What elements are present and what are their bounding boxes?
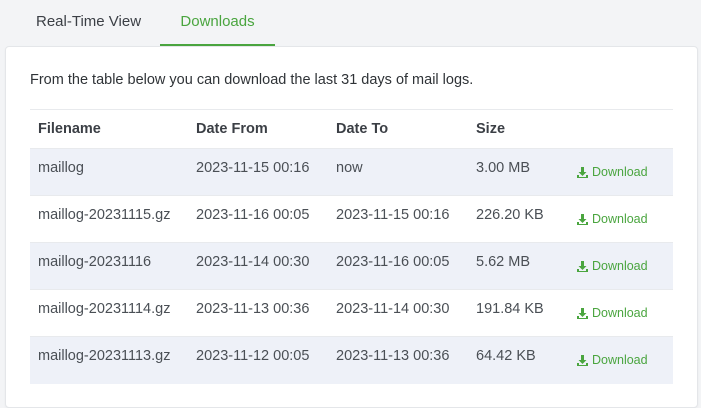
download-link[interactable]: Download (576, 348, 648, 367)
table-row: maillog-20231116 2023-11-14 00:30 2023-1… (30, 242, 673, 290)
header-date-to: Date To (328, 109, 468, 149)
cell-size: 191.84 KB (468, 289, 568, 337)
intro-text: From the table below you can download th… (30, 72, 474, 88)
cell-size: 5.62 MB (468, 242, 568, 290)
cell-date-to: now (328, 148, 468, 196)
cell-action: Download (568, 195, 673, 243)
download-label: Download (592, 306, 648, 320)
cell-date-to: 2023-11-13 00:36 (328, 336, 468, 384)
header-action (568, 109, 673, 149)
header-size: Size (468, 109, 568, 149)
download-link[interactable]: Download (576, 160, 648, 179)
cell-filename: maillog (30, 148, 188, 196)
download-label: Download (592, 165, 648, 179)
download-link[interactable]: Download (576, 301, 648, 320)
download-icon (577, 307, 588, 319)
cell-action: Download (568, 336, 673, 384)
mail-logs-table: Filename Date From Date To Size maillog … (30, 109, 673, 384)
cell-size: 64.42 KB (468, 336, 568, 384)
table-row: maillog 2023-11-15 00:16 now 3.00 MB Dow… (30, 148, 673, 196)
tab-real-time-view[interactable]: Real-Time View (36, 0, 141, 44)
cell-filename: maillog-20231115.gz (30, 195, 188, 243)
tab-bar: Real-Time View Downloads (0, 0, 701, 46)
download-icon (577, 354, 588, 366)
cell-filename: maillog-20231113.gz (30, 336, 188, 384)
cell-date-from: 2023-11-14 00:30 (188, 242, 328, 290)
cell-date-to: 2023-11-15 00:16 (328, 195, 468, 243)
header-filename: Filename (30, 109, 188, 149)
cell-date-to: 2023-11-14 00:30 (328, 289, 468, 337)
cell-filename: maillog-20231116 (30, 242, 188, 290)
cell-date-to: 2023-11-16 00:05 (328, 242, 468, 290)
cell-action: Download (568, 289, 673, 337)
download-label: Download (592, 259, 648, 273)
cell-date-from: 2023-11-15 00:16 (188, 148, 328, 196)
cell-date-from: 2023-11-13 00:36 (188, 289, 328, 337)
cell-action: Download (568, 148, 673, 196)
cell-date-from: 2023-11-12 00:05 (188, 336, 328, 384)
download-label: Download (592, 212, 648, 226)
download-link[interactable]: Download (576, 254, 648, 273)
header-date-from: Date From (188, 109, 328, 149)
download-link[interactable]: Download (576, 207, 648, 226)
downloads-panel: From the table below you can download th… (5, 46, 698, 408)
download-label: Download (592, 353, 648, 367)
cell-filename: maillog-20231114.gz (30, 289, 188, 337)
table-row: maillog-20231113.gz 2023-11-12 00:05 202… (30, 336, 673, 384)
cell-size: 226.20 KB (468, 195, 568, 243)
cell-date-from: 2023-11-16 00:05 (188, 195, 328, 243)
cell-size: 3.00 MB (468, 148, 568, 196)
download-icon (577, 213, 588, 225)
cell-action: Download (568, 242, 673, 290)
table-row: maillog-20231114.gz 2023-11-13 00:36 202… (30, 289, 673, 337)
tab-downloads[interactable]: Downloads (160, 0, 275, 46)
download-icon (577, 260, 588, 272)
table-row: maillog-20231115.gz 2023-11-16 00:05 202… (30, 195, 673, 243)
table-header-row: Filename Date From Date To Size (30, 109, 673, 149)
download-icon (577, 166, 588, 178)
